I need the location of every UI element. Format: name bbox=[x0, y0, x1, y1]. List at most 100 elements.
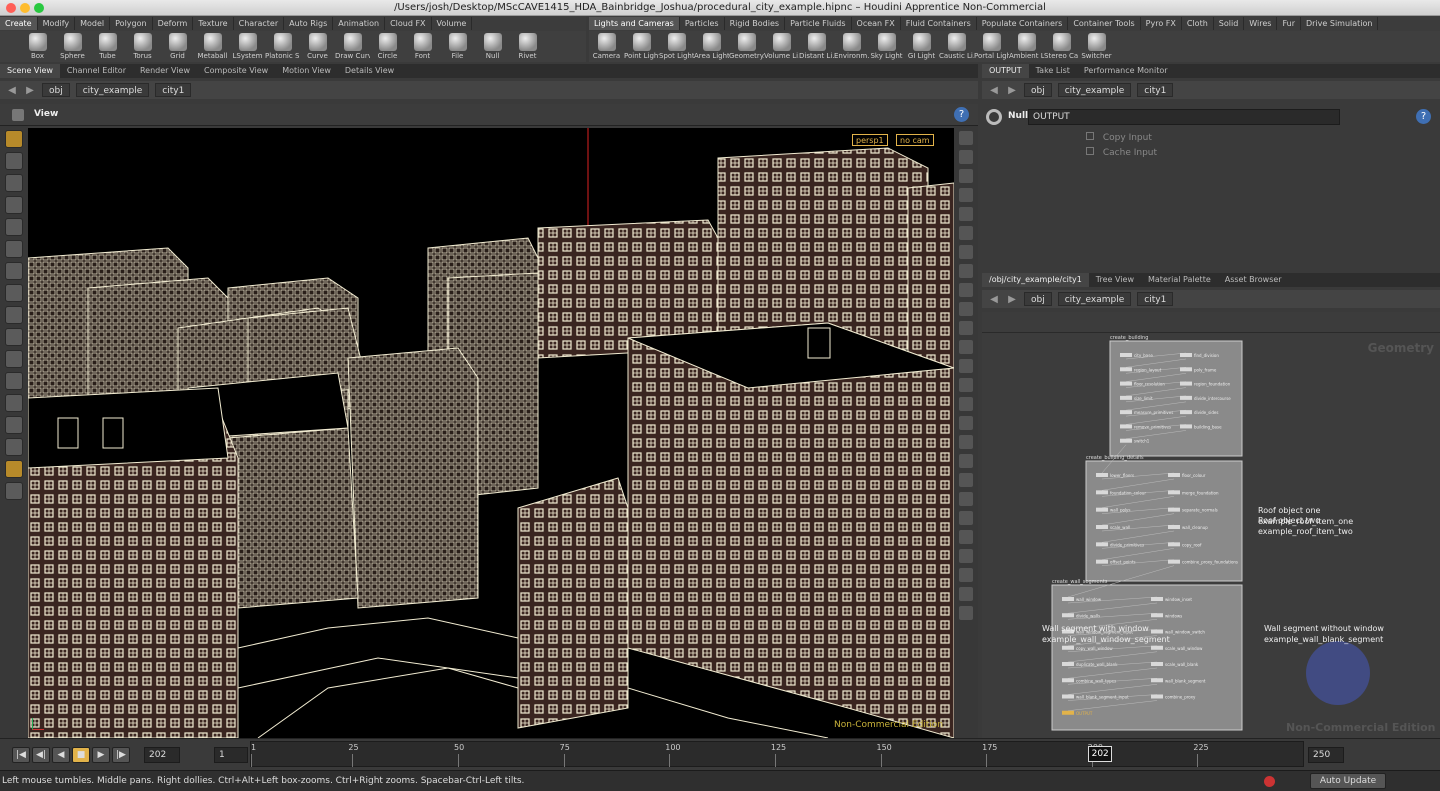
copy-input-row[interactable]: Copy Input bbox=[1086, 132, 1152, 143]
step-forward-button[interactable]: |▶ bbox=[112, 747, 130, 763]
viewport-tool-icon[interactable] bbox=[5, 240, 23, 258]
tab-polygon[interactable]: Polygon bbox=[110, 17, 153, 30]
viewport-tool-icon[interactable] bbox=[5, 350, 23, 368]
node-tile[interactable] bbox=[1151, 597, 1163, 601]
display-option-icon[interactable] bbox=[959, 207, 973, 221]
display-option-icon[interactable] bbox=[959, 340, 973, 354]
network-box[interactable] bbox=[1051, 584, 1243, 731]
play-button[interactable]: ▶ bbox=[92, 747, 110, 763]
tab-deform[interactable]: Deform bbox=[153, 17, 194, 30]
node-tile[interactable] bbox=[1151, 629, 1163, 634]
display-option-icon[interactable] bbox=[959, 511, 973, 525]
viewport-tool-icon[interactable] bbox=[5, 306, 23, 324]
shelf-tool-camera[interactable]: Camera bbox=[589, 31, 624, 62]
shelf-tool-caustic-li[interactable]: Caustic Li... bbox=[939, 31, 974, 62]
display-option-icon[interactable] bbox=[959, 359, 973, 373]
shelf-tool-sky-light[interactable]: Sky Light bbox=[869, 31, 904, 62]
cache-input-row[interactable]: Cache Input bbox=[1086, 147, 1157, 158]
node-tile[interactable] bbox=[1120, 438, 1132, 443]
node-tile[interactable] bbox=[1168, 542, 1180, 547]
timeline-track[interactable]: 1255075100125150175200225202 bbox=[250, 741, 1304, 767]
tab-cloth[interactable]: Cloth bbox=[1182, 17, 1214, 30]
sticky-note-title[interactable]: Roof object one bbox=[1258, 506, 1321, 515]
shelf-tool-sphere[interactable]: Sphere bbox=[55, 31, 90, 62]
update-mode-button[interactable]: Auto Update bbox=[1310, 773, 1386, 789]
node-tile[interactable] bbox=[1151, 694, 1163, 699]
shelf-tool-gi-light[interactable]: GI Light bbox=[904, 31, 939, 62]
back-arrow-icon[interactable]: ◀ bbox=[988, 294, 1000, 305]
viewport-tool-icon[interactable] bbox=[5, 262, 23, 280]
shelf-tool-draw-curve[interactable]: Draw Curve bbox=[335, 31, 370, 62]
node-tile[interactable] bbox=[1062, 662, 1074, 666]
node-tile[interactable] bbox=[1062, 645, 1074, 650]
node-tile[interactable] bbox=[1062, 694, 1074, 699]
step-back-button[interactable]: ◀| bbox=[32, 747, 50, 763]
tab-auto-rigs[interactable]: Auto Rigs bbox=[284, 17, 334, 30]
node-tile[interactable] bbox=[1062, 710, 1074, 715]
shelf-tool-switcher[interactable]: Switcher bbox=[1079, 31, 1114, 62]
copy-input-checkbox[interactable] bbox=[1086, 132, 1094, 140]
help-icon[interactable]: ? bbox=[1416, 109, 1431, 124]
display-option-icon[interactable] bbox=[959, 245, 973, 259]
viewport-tool-icon[interactable] bbox=[5, 328, 23, 346]
display-option-icon[interactable] bbox=[959, 302, 973, 316]
cam-menu[interactable]: no cam bbox=[896, 134, 934, 146]
tab-material-palette[interactable]: Material Palette bbox=[1141, 273, 1218, 287]
shelf-tool-curve[interactable]: Curve bbox=[300, 31, 335, 62]
node-tile[interactable] bbox=[1151, 645, 1163, 650]
tab-tree-view[interactable]: Tree View bbox=[1089, 273, 1141, 287]
viewport-tool-icon[interactable] bbox=[5, 482, 23, 500]
node-tile[interactable] bbox=[1096, 559, 1108, 564]
tab-asset-browser[interactable]: Asset Browser bbox=[1218, 273, 1289, 287]
timeline-playhead[interactable]: 202 bbox=[1088, 746, 1113, 762]
node-tile[interactable] bbox=[1096, 507, 1108, 512]
viewport-tool-icon[interactable] bbox=[5, 130, 23, 148]
tab-populate-containers[interactable]: Populate Containers bbox=[977, 17, 1069, 30]
viewport-tool-icon[interactable] bbox=[5, 284, 23, 302]
display-option-icon[interactable] bbox=[959, 188, 973, 202]
shelf-tool-volume-li[interactable]: Volume Li... bbox=[764, 31, 799, 62]
display-option-icon[interactable] bbox=[959, 454, 973, 468]
node-tile[interactable] bbox=[1096, 473, 1108, 477]
node-tile[interactable] bbox=[1168, 473, 1180, 477]
node-tile[interactable] bbox=[1151, 662, 1163, 666]
tab-channel-editor[interactable]: Channel Editor bbox=[60, 64, 133, 78]
forward-arrow-icon[interactable]: ▶ bbox=[1006, 85, 1018, 96]
tab-container-tools[interactable]: Container Tools bbox=[1068, 17, 1141, 30]
path-crumb-city1[interactable]: city1 bbox=[1137, 83, 1174, 97]
node-tile[interactable] bbox=[1120, 381, 1132, 386]
tab-solid[interactable]: Solid bbox=[1214, 17, 1245, 30]
display-option-icon[interactable] bbox=[959, 416, 973, 430]
sticky-note-title[interactable]: Roof object two bbox=[1258, 516, 1320, 525]
display-option-icon[interactable] bbox=[959, 321, 973, 335]
path-crumb-city-example[interactable]: city_example bbox=[75, 83, 150, 97]
shelf-tool-box[interactable]: Box bbox=[20, 31, 55, 62]
scene-viewport[interactable]: persp1 no cam Non-Commercial Edition bbox=[28, 128, 954, 738]
path-crumb-city1[interactable]: city1 bbox=[155, 83, 192, 97]
viewport-tool-icon[interactable] bbox=[5, 152, 23, 170]
forward-arrow-icon[interactable]: ▶ bbox=[1006, 294, 1018, 305]
viewport-tool-icon[interactable] bbox=[5, 438, 23, 456]
tab-details-view[interactable]: Details View bbox=[338, 64, 401, 78]
node-graph[interactable]: create_buildingcreate_building_detailscr… bbox=[982, 333, 1440, 738]
node-tile[interactable] bbox=[1168, 490, 1180, 495]
path-crumb-city1[interactable]: city1 bbox=[1137, 292, 1174, 306]
tab-pyro-fx[interactable]: Pyro FX bbox=[1141, 17, 1182, 30]
display-option-icon[interactable] bbox=[959, 530, 973, 544]
tab-fur[interactable]: Fur bbox=[1277, 17, 1301, 30]
shelf-tool-file[interactable]: File bbox=[440, 31, 475, 62]
shelf-tool-point-light[interactable]: Point Light bbox=[624, 31, 659, 62]
node-name-field[interactable]: OUTPUT bbox=[1028, 109, 1340, 125]
viewport-tool-icon[interactable] bbox=[5, 372, 23, 390]
path-crumb-city-example[interactable]: city_example bbox=[1057, 83, 1132, 97]
forward-arrow-icon[interactable]: ▶ bbox=[24, 85, 36, 96]
tab-volume[interactable]: Volume bbox=[432, 17, 473, 30]
shelf-tool-font[interactable]: Font bbox=[405, 31, 440, 62]
display-option-icon[interactable] bbox=[959, 587, 973, 601]
node-tile[interactable] bbox=[1062, 613, 1074, 618]
viewport-tool-icon[interactable] bbox=[5, 174, 23, 192]
play-reverse-button[interactable]: ◀ bbox=[52, 747, 70, 763]
shelf-tool-platonic-s[interactable]: Platonic S... bbox=[265, 31, 300, 62]
shelf-tool-distant-li[interactable]: Distant Li... bbox=[799, 31, 834, 62]
tab-model[interactable]: Model bbox=[75, 17, 111, 30]
